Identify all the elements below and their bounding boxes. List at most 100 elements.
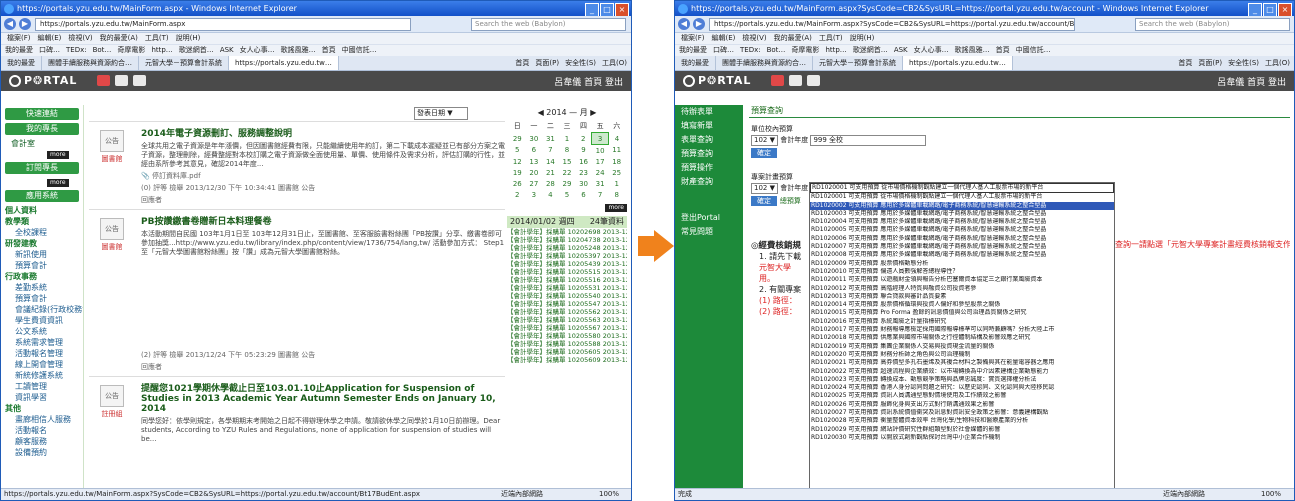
sidebar-item-research[interactable]: 研發建教: [1, 238, 83, 249]
project-option[interactable]: RD1020025 可支用預算 資訊人員溝通型態對情境使用及工作績效之影響: [810, 392, 1114, 400]
mail-icon[interactable]: [97, 75, 110, 86]
project-option[interactable]: RD1020028 可支用預算 衡量整體資本效率 台灣化學/生物科技和醫療產業的…: [810, 417, 1114, 425]
close-icon[interactable]: ×: [615, 3, 629, 16]
calendar-day[interactable]: 30: [526, 133, 543, 145]
favorite-item[interactable]: 中國信託…: [1016, 46, 1051, 54]
project-option[interactable]: RD1020008 可支用預算 應用於多媒體車載網路/電子商務系統/智慧運輸系統…: [810, 251, 1114, 259]
favorite-item[interactable]: 中國信託…: [342, 46, 377, 54]
sidebar-sub-item[interactable]: 公文系統: [1, 326, 83, 337]
sidebar-sub-item[interactable]: 顧客服務: [1, 436, 83, 447]
project-option[interactable]: RD1020022 可支用預算 超速流程與企業績效：以市場轉換為中介因素建構企業…: [810, 368, 1114, 376]
favorite-item[interactable]: 奇摩電影: [791, 46, 819, 54]
calendar-day[interactable]: 12: [509, 156, 526, 167]
project-option[interactable]: RD1020016 可支用預算 系統風險之計量指標研究: [810, 318, 1114, 326]
left-user-links[interactable]: 呂韋儀 首頁 登出: [554, 75, 623, 88]
calendar-day[interactable]: 6: [526, 145, 543, 157]
browser-tab[interactable]: https://portals.yzu.edu.tw…: [903, 56, 1013, 70]
project-option[interactable]: RD1020027 可支用預算 資訊系統價值衝突及訊息對資訊安全政策之影響：意義…: [810, 409, 1114, 417]
menu-item[interactable]: 檢視(V): [68, 34, 92, 42]
calendar-day[interactable]: 30: [575, 178, 592, 189]
browser-tab[interactable]: 我的最愛: [1, 56, 42, 70]
project-option[interactable]: RD1020001 可支用預算 從市場價格機制觀點建立一個代理人基人工股票市場的…: [810, 193, 1114, 201]
command-item[interactable]: 頁面(P): [1198, 59, 1222, 67]
sidebar-item-personal[interactable]: 個人資料: [1, 205, 83, 216]
favorite-item[interactable]: 歌迷網首…: [179, 46, 214, 54]
project-option[interactable]: RD1020020 可支用預算 財務分析師之角色與公司治理機制: [810, 351, 1114, 359]
right-zoom[interactable]: 100%: [1261, 489, 1281, 500]
calendar-day[interactable]: 22: [559, 167, 576, 178]
favorite-item[interactable]: 奇摩電影: [117, 46, 145, 54]
menu-item[interactable]: 我的最愛(A): [100, 34, 138, 42]
left-zoom[interactable]: 100%: [599, 489, 619, 500]
project-option[interactable]: RD1020021 可支用預算 高券價型多孔石墨烯及其複合材料之製備與其在能量電…: [810, 359, 1114, 367]
sidebar-item[interactable]: 登出Portal: [675, 211, 743, 225]
favorite-item[interactable]: 口碑…: [713, 46, 734, 54]
news-item[interactable]: 【會計學年】採購單 10205540 2013-12-27 00:00 ~ 20…: [507, 292, 627, 300]
sidebar-sub-item[interactable]: 工讀管理: [1, 381, 83, 392]
news-item[interactable]: 【會計學年】採購單 10205588 2013-12-30 00:00 ~ 20…: [507, 340, 627, 348]
news-item[interactable]: 【會計學年】採購單 10205516 2013-12-25 00:00 ~ 20…: [507, 276, 627, 284]
sidebar-item[interactable]: 表單查詢: [675, 133, 743, 147]
sidebar-section-quicklinks[interactable]: 快速連結: [5, 108, 79, 120]
sidebar-item[interactable]: 預算查詢: [675, 147, 743, 161]
project-option[interactable]: RD1020010 可支用預算 偏遠人員數強解答總程導性？: [810, 268, 1114, 276]
favorite-item[interactable]: 歌迷網首…: [853, 46, 888, 54]
sidebar-item-teaching[interactable]: 教學類: [1, 216, 83, 227]
menu-item[interactable]: 工具(T): [145, 34, 169, 42]
calendar-day[interactable]: 7: [592, 189, 609, 200]
calendar-day[interactable]: 4: [608, 133, 625, 145]
sidebar-sub-item[interactable]: 活動報名: [1, 425, 83, 436]
back-icon[interactable]: ◀: [678, 18, 690, 30]
calendar-day[interactable]: 16: [575, 156, 592, 167]
project-query-button[interactable]: 確定: [751, 196, 777, 206]
menu-item[interactable]: 檔案(F): [681, 34, 705, 42]
maximize-icon[interactable]: □: [600, 3, 614, 16]
sidebar-sub-item[interactable]: 活動報名管理: [1, 348, 83, 359]
right-user-links[interactable]: 呂韋儀 首頁 登出: [1217, 75, 1286, 88]
project-option[interactable]: RD1020013 可支用預算 聯合貸款與審計品質要素: [810, 293, 1114, 301]
calendar-day[interactable]: 10: [592, 145, 609, 157]
left-url-input[interactable]: https://portals.yzu.edu.tw/MainForm.aspx: [35, 18, 411, 31]
calendar-day[interactable]: 9: [575, 145, 592, 157]
menu-item[interactable]: 編輯(E): [38, 34, 62, 42]
favorite-item[interactable]: TEDx:: [740, 46, 761, 54]
calendar-day[interactable]: 17: [592, 156, 609, 167]
calendar-day[interactable]: 2: [509, 189, 526, 200]
command-item[interactable]: 首頁: [515, 59, 529, 67]
menu-item[interactable]: 說明(H): [176, 34, 201, 42]
unit-dept-select[interactable]: 999 全校: [810, 135, 927, 146]
calendar-day[interactable]: 14: [542, 156, 559, 167]
calendar-day[interactable]: 7: [542, 145, 559, 157]
calendar-day[interactable]: 3: [526, 189, 543, 200]
command-item[interactable]: 安全性(S): [1228, 59, 1259, 67]
project-option[interactable]: RD1020012 可支用預算 高階經理人特質與融資公司投資者參: [810, 285, 1114, 293]
command-item[interactable]: 頁面(P): [535, 59, 559, 67]
favorite-item[interactable]: 我的最愛: [5, 46, 33, 54]
favorite-item[interactable]: http…: [825, 46, 846, 54]
minimize-icon[interactable]: _: [1248, 3, 1262, 16]
calendar-day[interactable]: 18: [608, 156, 625, 167]
unit-year-select[interactable]: 102 ▼: [751, 135, 778, 146]
menu-item[interactable]: 檢視(V): [742, 34, 766, 42]
calendar-day[interactable]: 1: [559, 133, 576, 145]
sidebar-sub-item[interactable]: 新訊使用: [1, 249, 83, 260]
news-item[interactable]: 【會計學年】採購單 10205567 2013-12-30 00:00 ~ 20…: [507, 324, 627, 332]
project-option[interactable]: RD1020018 可支用預算 供應業與國際市場關係之行徑體制結構及影響效應之研…: [810, 334, 1114, 342]
browser-tab[interactable]: 元智大學－預算會計系統: [813, 56, 903, 70]
project-option[interactable]: RD1020002 可支用預算 應用於多媒體車載網路/電子商務系統/智慧運輸系統…: [810, 201, 1114, 210]
calendar-day[interactable]: 25: [608, 167, 625, 178]
sidebar-sub-item[interactable]: 畫廊相信人服務: [1, 414, 83, 425]
sidebar-sub-item[interactable]: 會議紀錄(行政校務會議): [1, 304, 83, 315]
calendar-day[interactable]: 29: [509, 133, 526, 145]
calendar-day[interactable]: 24: [592, 167, 609, 178]
menu-item[interactable]: 我的最愛(A): [774, 34, 812, 42]
favorite-item[interactable]: http…: [151, 46, 172, 54]
favorite-item[interactable]: 歌謠風雅…: [955, 46, 990, 54]
favorite-item[interactable]: 首頁: [322, 46, 336, 54]
favorite-item[interactable]: ASK: [220, 46, 234, 54]
news-item[interactable]: 【會計學年】採購單 10202698 2013-12-25 00:00 ~ 20…: [507, 228, 627, 236]
calendar-day[interactable]: 15: [559, 156, 576, 167]
sidebar-item[interactable]: 常見問題: [675, 225, 743, 239]
sidebar-item[interactable]: 財產查詢: [675, 175, 743, 189]
news-item[interactable]: 【會計學年】採購單 10205609 2013-12-31 00:00 ~ 20…: [507, 356, 627, 364]
